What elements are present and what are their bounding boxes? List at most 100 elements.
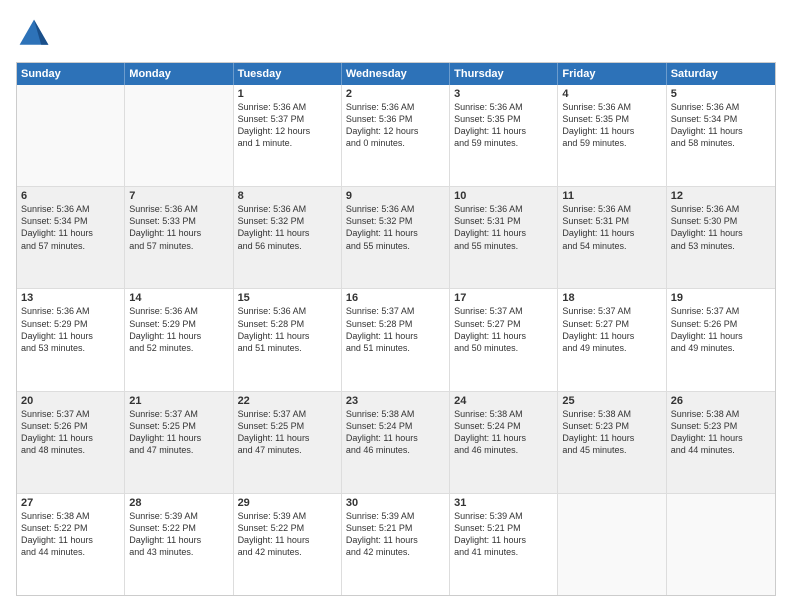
day-cell-7: 7Sunrise: 5:36 AM Sunset: 5:33 PM Daylig… <box>125 187 233 288</box>
day-cell-24: 24Sunrise: 5:38 AM Sunset: 5:24 PM Dayli… <box>450 392 558 493</box>
day-number: 1 <box>238 88 337 100</box>
day-cell-31: 31Sunrise: 5:39 AM Sunset: 5:21 PM Dayli… <box>450 494 558 595</box>
empty-cell-0-1 <box>125 85 233 186</box>
day-number: 21 <box>129 395 228 407</box>
day-cell-19: 19Sunrise: 5:37 AM Sunset: 5:26 PM Dayli… <box>667 289 775 390</box>
day-number: 29 <box>238 497 337 509</box>
empty-cell-4-5 <box>558 494 666 595</box>
day-cell-30: 30Sunrise: 5:39 AM Sunset: 5:21 PM Dayli… <box>342 494 450 595</box>
day-cell-13: 13Sunrise: 5:36 AM Sunset: 5:29 PM Dayli… <box>17 289 125 390</box>
day-number: 12 <box>671 190 771 202</box>
day-info: Sunrise: 5:36 AM Sunset: 5:33 PM Dayligh… <box>129 203 228 252</box>
day-cell-26: 26Sunrise: 5:38 AM Sunset: 5:23 PM Dayli… <box>667 392 775 493</box>
day-info: Sunrise: 5:37 AM Sunset: 5:25 PM Dayligh… <box>129 408 228 457</box>
day-cell-11: 11Sunrise: 5:36 AM Sunset: 5:31 PM Dayli… <box>558 187 666 288</box>
day-number: 23 <box>346 395 445 407</box>
day-info: Sunrise: 5:36 AM Sunset: 5:34 PM Dayligh… <box>671 101 771 150</box>
day-cell-18: 18Sunrise: 5:37 AM Sunset: 5:27 PM Dayli… <box>558 289 666 390</box>
logo-icon <box>16 16 52 52</box>
day-info: Sunrise: 5:36 AM Sunset: 5:36 PM Dayligh… <box>346 101 445 150</box>
header-day-wednesday: Wednesday <box>342 63 450 85</box>
header-day-saturday: Saturday <box>667 63 775 85</box>
page: SundayMondayTuesdayWednesdayThursdayFrid… <box>0 0 792 612</box>
header-day-tuesday: Tuesday <box>234 63 342 85</box>
day-info: Sunrise: 5:39 AM Sunset: 5:22 PM Dayligh… <box>129 510 228 559</box>
day-cell-14: 14Sunrise: 5:36 AM Sunset: 5:29 PM Dayli… <box>125 289 233 390</box>
day-number: 11 <box>562 190 661 202</box>
day-number: 30 <box>346 497 445 509</box>
day-info: Sunrise: 5:36 AM Sunset: 5:32 PM Dayligh… <box>346 203 445 252</box>
day-cell-10: 10Sunrise: 5:36 AM Sunset: 5:31 PM Dayli… <box>450 187 558 288</box>
calendar: SundayMondayTuesdayWednesdayThursdayFrid… <box>16 62 776 596</box>
day-info: Sunrise: 5:38 AM Sunset: 5:23 PM Dayligh… <box>671 408 771 457</box>
day-info: Sunrise: 5:37 AM Sunset: 5:26 PM Dayligh… <box>21 408 120 457</box>
day-number: 4 <box>562 88 661 100</box>
day-number: 20 <box>21 395 120 407</box>
day-number: 24 <box>454 395 553 407</box>
day-info: Sunrise: 5:39 AM Sunset: 5:21 PM Dayligh… <box>454 510 553 559</box>
header-day-friday: Friday <box>558 63 666 85</box>
day-info: Sunrise: 5:36 AM Sunset: 5:29 PM Dayligh… <box>21 305 120 354</box>
day-info: Sunrise: 5:37 AM Sunset: 5:25 PM Dayligh… <box>238 408 337 457</box>
day-info: Sunrise: 5:37 AM Sunset: 5:28 PM Dayligh… <box>346 305 445 354</box>
day-cell-5: 5Sunrise: 5:36 AM Sunset: 5:34 PM Daylig… <box>667 85 775 186</box>
calendar-row-1: 6Sunrise: 5:36 AM Sunset: 5:34 PM Daylig… <box>17 186 775 288</box>
day-info: Sunrise: 5:36 AM Sunset: 5:35 PM Dayligh… <box>454 101 553 150</box>
day-info: Sunrise: 5:38 AM Sunset: 5:22 PM Dayligh… <box>21 510 120 559</box>
day-number: 14 <box>129 292 228 304</box>
empty-cell-0-0 <box>17 85 125 186</box>
day-info: Sunrise: 5:38 AM Sunset: 5:23 PM Dayligh… <box>562 408 661 457</box>
day-number: 27 <box>21 497 120 509</box>
day-info: Sunrise: 5:39 AM Sunset: 5:21 PM Dayligh… <box>346 510 445 559</box>
day-number: 2 <box>346 88 445 100</box>
day-cell-6: 6Sunrise: 5:36 AM Sunset: 5:34 PM Daylig… <box>17 187 125 288</box>
day-number: 25 <box>562 395 661 407</box>
empty-cell-4-6 <box>667 494 775 595</box>
day-info: Sunrise: 5:37 AM Sunset: 5:26 PM Dayligh… <box>671 305 771 354</box>
day-cell-22: 22Sunrise: 5:37 AM Sunset: 5:25 PM Dayli… <box>234 392 342 493</box>
header <box>16 16 776 52</box>
day-cell-25: 25Sunrise: 5:38 AM Sunset: 5:23 PM Dayli… <box>558 392 666 493</box>
day-info: Sunrise: 5:36 AM Sunset: 5:30 PM Dayligh… <box>671 203 771 252</box>
day-number: 13 <box>21 292 120 304</box>
calendar-row-3: 20Sunrise: 5:37 AM Sunset: 5:26 PM Dayli… <box>17 391 775 493</box>
day-number: 26 <box>671 395 771 407</box>
day-cell-21: 21Sunrise: 5:37 AM Sunset: 5:25 PM Dayli… <box>125 392 233 493</box>
day-cell-9: 9Sunrise: 5:36 AM Sunset: 5:32 PM Daylig… <box>342 187 450 288</box>
day-cell-8: 8Sunrise: 5:36 AM Sunset: 5:32 PM Daylig… <box>234 187 342 288</box>
day-cell-3: 3Sunrise: 5:36 AM Sunset: 5:35 PM Daylig… <box>450 85 558 186</box>
header-day-thursday: Thursday <box>450 63 558 85</box>
day-number: 15 <box>238 292 337 304</box>
day-info: Sunrise: 5:36 AM Sunset: 5:31 PM Dayligh… <box>454 203 553 252</box>
day-number: 6 <box>21 190 120 202</box>
day-number: 19 <box>671 292 771 304</box>
calendar-row-2: 13Sunrise: 5:36 AM Sunset: 5:29 PM Dayli… <box>17 288 775 390</box>
day-number: 10 <box>454 190 553 202</box>
day-info: Sunrise: 5:37 AM Sunset: 5:27 PM Dayligh… <box>454 305 553 354</box>
day-number: 18 <box>562 292 661 304</box>
day-info: Sunrise: 5:36 AM Sunset: 5:34 PM Dayligh… <box>21 203 120 252</box>
day-number: 16 <box>346 292 445 304</box>
day-info: Sunrise: 5:39 AM Sunset: 5:22 PM Dayligh… <box>238 510 337 559</box>
day-info: Sunrise: 5:36 AM Sunset: 5:35 PM Dayligh… <box>562 101 661 150</box>
day-cell-15: 15Sunrise: 5:36 AM Sunset: 5:28 PM Dayli… <box>234 289 342 390</box>
calendar-header: SundayMondayTuesdayWednesdayThursdayFrid… <box>17 63 775 85</box>
day-cell-20: 20Sunrise: 5:37 AM Sunset: 5:26 PM Dayli… <box>17 392 125 493</box>
header-day-monday: Monday <box>125 63 233 85</box>
day-cell-1: 1Sunrise: 5:36 AM Sunset: 5:37 PM Daylig… <box>234 85 342 186</box>
day-info: Sunrise: 5:37 AM Sunset: 5:27 PM Dayligh… <box>562 305 661 354</box>
day-number: 17 <box>454 292 553 304</box>
day-cell-28: 28Sunrise: 5:39 AM Sunset: 5:22 PM Dayli… <box>125 494 233 595</box>
day-cell-16: 16Sunrise: 5:37 AM Sunset: 5:28 PM Dayli… <box>342 289 450 390</box>
day-cell-2: 2Sunrise: 5:36 AM Sunset: 5:36 PM Daylig… <box>342 85 450 186</box>
day-info: Sunrise: 5:36 AM Sunset: 5:37 PM Dayligh… <box>238 101 337 150</box>
day-info: Sunrise: 5:36 AM Sunset: 5:32 PM Dayligh… <box>238 203 337 252</box>
day-number: 9 <box>346 190 445 202</box>
day-number: 31 <box>454 497 553 509</box>
calendar-row-4: 27Sunrise: 5:38 AM Sunset: 5:22 PM Dayli… <box>17 493 775 595</box>
day-info: Sunrise: 5:36 AM Sunset: 5:29 PM Dayligh… <box>129 305 228 354</box>
day-cell-23: 23Sunrise: 5:38 AM Sunset: 5:24 PM Dayli… <box>342 392 450 493</box>
day-info: Sunrise: 5:38 AM Sunset: 5:24 PM Dayligh… <box>346 408 445 457</box>
day-info: Sunrise: 5:36 AM Sunset: 5:28 PM Dayligh… <box>238 305 337 354</box>
day-number: 5 <box>671 88 771 100</box>
